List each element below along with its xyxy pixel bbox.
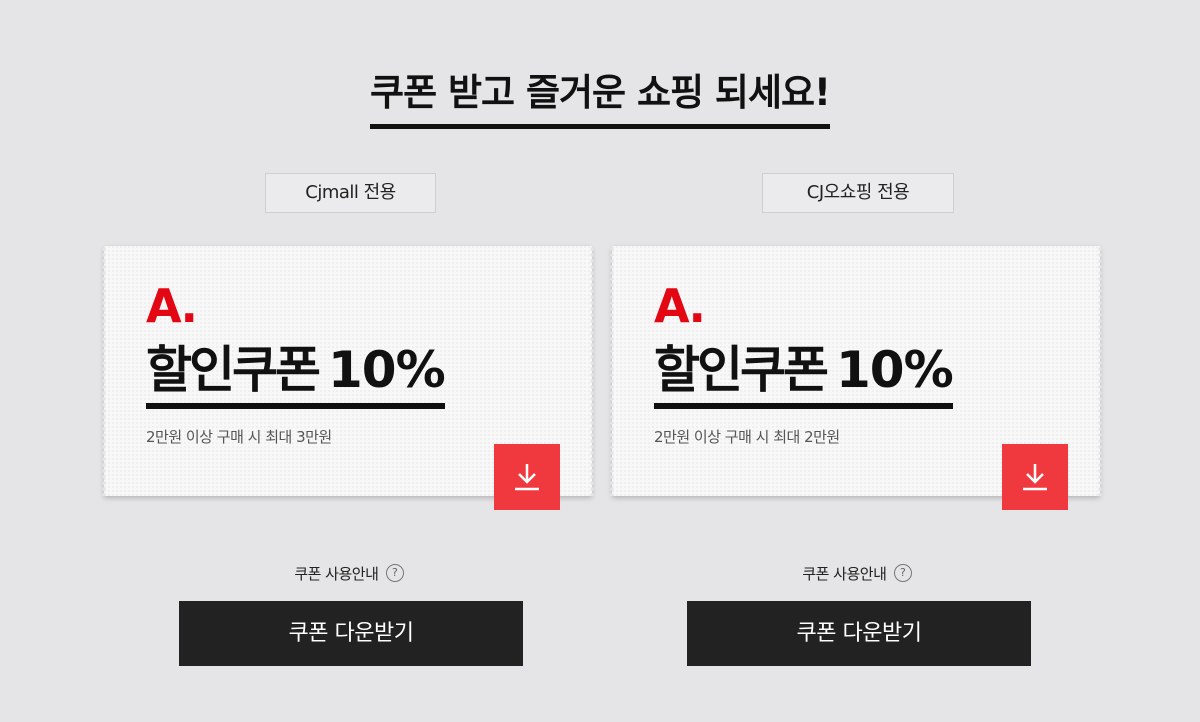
coupon-card: A. 할인쿠폰 10% 2만원 이상 구매 시 최대 2만원	[610, 246, 1102, 510]
coupon-column-cjoshopping: CJ오쇼핑 전용 A. 할인쿠폰 10% 2만원 이상 구매 시 최대 2만원 쿠…	[610, 0, 1102, 722]
coupon-headline: 할인쿠폰 10%	[654, 341, 954, 409]
coupon-download-button[interactable]	[1002, 444, 1068, 510]
coupon-guide-label: 쿠폰 사용안내	[294, 565, 379, 583]
coupon-card: A. 할인쿠폰 10% 2만원 이상 구매 시 최대 3만원	[102, 246, 594, 510]
coupon-percent: 10%	[836, 341, 954, 399]
coupon-guide-link[interactable]: 쿠폰 사용안내 ?	[104, 563, 594, 584]
coupon-download-main-button[interactable]: 쿠폰 다운받기	[179, 601, 523, 666]
download-icon	[1023, 464, 1047, 491]
coupon-tag: Cjmall 전용	[265, 173, 436, 213]
coupon-headline-text: 할인쿠폰	[654, 341, 829, 399]
brand-logo: A.	[146, 279, 198, 333]
brand-logo: A.	[654, 279, 706, 333]
coupon-headline-text: 할인쿠폰	[146, 341, 321, 399]
coupon-column-cjmall: Cjmall 전용 A. 할인쿠폰 10% 2만원 이상 구매 시 최대 3만원 …	[102, 0, 594, 722]
download-icon	[515, 464, 539, 491]
coupon-headline: 할인쿠폰 10%	[146, 341, 446, 409]
coupon-download-main-button[interactable]: 쿠폰 다운받기	[687, 601, 1031, 666]
help-icon[interactable]: ?	[385, 564, 404, 582]
coupon-guide-link[interactable]: 쿠폰 사용안내 ?	[612, 563, 1102, 584]
coupon-guide-label: 쿠폰 사용안내	[802, 565, 887, 583]
coupon-tag: CJ오쇼핑 전용	[762, 173, 954, 213]
help-icon[interactable]: ?	[893, 564, 912, 582]
coupon-condition: 2만원 이상 구매 시 최대 2만원	[654, 428, 840, 446]
coupon-percent: 10%	[328, 341, 446, 399]
coupon-condition: 2만원 이상 구매 시 최대 3만원	[146, 428, 332, 446]
coupon-download-button[interactable]	[494, 444, 560, 510]
